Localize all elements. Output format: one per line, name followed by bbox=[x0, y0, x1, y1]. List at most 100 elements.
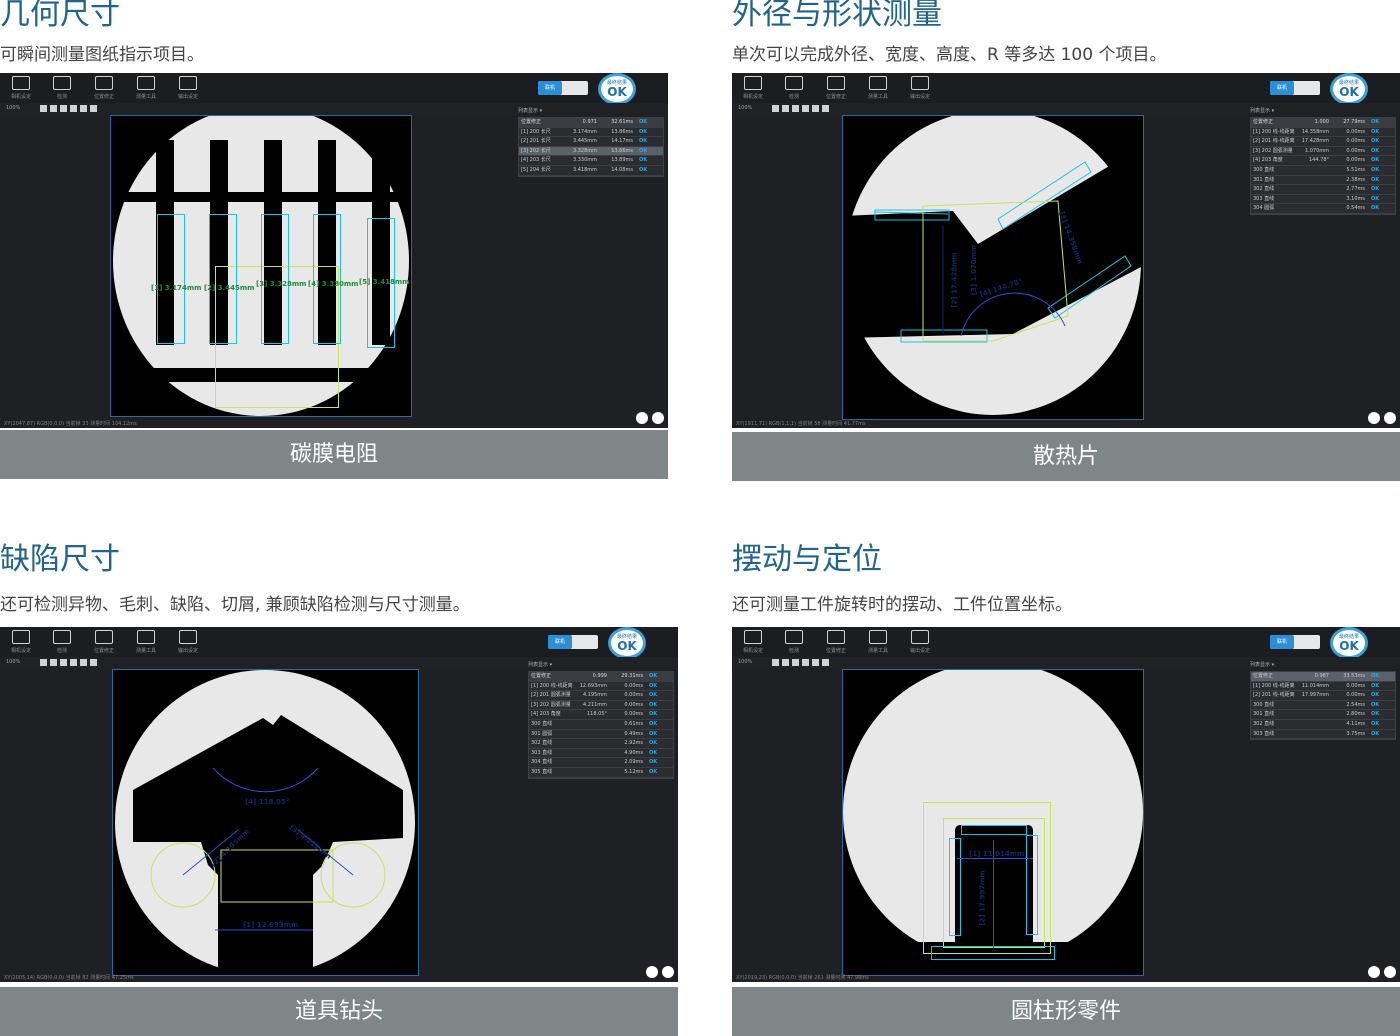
image-mode-icon[interactable] bbox=[812, 659, 819, 666]
table-row[interactable]: 302 直线 2.92ms OK bbox=[529, 739, 673, 749]
save-icon[interactable] bbox=[802, 105, 809, 112]
table-row[interactable]: 302 直线 2.77ms OK bbox=[1251, 185, 1395, 195]
measure-tool-button[interactable]: 测量工具 bbox=[861, 630, 895, 654]
position-correct-button[interactable]: 位置修正 bbox=[819, 630, 853, 654]
list-view-dropdown[interactable]: 列表显示 ▾ bbox=[518, 107, 664, 117]
table-row[interactable]: 304 圆弧 0.54ms OK bbox=[1251, 204, 1395, 214]
table-row[interactable]: [2] 201 线-线距离 17.428mm 0.00ms OK bbox=[1251, 137, 1395, 147]
list-view-dropdown[interactable]: 列表显示 ▾ bbox=[1250, 661, 1396, 671]
measure-tool-button[interactable]: 测量工具 bbox=[129, 630, 163, 654]
frame-icon[interactable] bbox=[822, 659, 829, 666]
output-settings-button[interactable]: 输出设定 bbox=[903, 630, 937, 654]
pause-button[interactable] bbox=[636, 412, 648, 424]
snapshot-icon[interactable] bbox=[792, 105, 799, 112]
ruler-icon bbox=[137, 76, 155, 90]
table-row[interactable]: 303 直线 4.90ms OK bbox=[529, 749, 673, 759]
position-correct-button[interactable]: 位置修正 bbox=[87, 630, 121, 654]
camera-settings-button[interactable]: 相机设定 bbox=[4, 630, 38, 654]
image-mode-icon[interactable] bbox=[80, 105, 87, 112]
inspect-button[interactable]: 检测 bbox=[45, 76, 79, 100]
image-mode-icon[interactable] bbox=[812, 105, 819, 112]
position-correct-button[interactable]: 位置修正 bbox=[819, 76, 853, 100]
table-row[interactable]: 301 直线 2.38ms OK bbox=[1251, 176, 1395, 186]
image-icon bbox=[785, 76, 803, 90]
camera-settings-button[interactable]: 相机设定 bbox=[736, 76, 770, 100]
table-row[interactable]: [2] 201 线-线距离 17.997mm 0.00ms OK bbox=[1251, 691, 1395, 701]
position-correct-button[interactable]: 位置修正 bbox=[87, 76, 121, 100]
output-settings-button[interactable]: 输出设定 bbox=[171, 630, 205, 654]
list-view-dropdown[interactable]: 列表显示 ▾ bbox=[1250, 107, 1396, 117]
online-toggle[interactable]: 联机 bbox=[538, 81, 588, 95]
table-row[interactable]: [5] 204 长尺 3.418mm 14.08ms OK bbox=[519, 166, 663, 176]
table-row[interactable]: [4] 203 长尺 3.330mm 13.89ms OK bbox=[519, 156, 663, 166]
fit-icon[interactable] bbox=[50, 105, 57, 112]
table-row[interactable]: [3] 202 圆弧测量 1.070mm 0.00ms OK bbox=[1251, 147, 1395, 157]
camera-viewport[interactable]: [2] 17.428mm [1] 14.358mm [3] 1.070mm [4… bbox=[842, 115, 1144, 420]
table-row[interactable]: [1] 200 线-线距离 11.014mm 0.00ms OK bbox=[1251, 682, 1395, 692]
zoom-in-icon[interactable] bbox=[772, 105, 779, 112]
output-settings-button[interactable]: 输出设定 bbox=[903, 76, 937, 100]
camera-viewport[interactable]: [4] 118.05° [2] 4.195mm [3] 4.211mm [1] … bbox=[112, 669, 419, 976]
table-row[interactable]: 位置修正 0.971 32.61ms OK bbox=[519, 118, 663, 128]
frame-icon[interactable] bbox=[90, 659, 97, 666]
inspect-button[interactable]: 检测 bbox=[777, 630, 811, 654]
online-toggle[interactable]: 联机 bbox=[1270, 635, 1320, 649]
table-row[interactable]: 304 直线 2.09ms OK bbox=[529, 758, 673, 768]
play-button[interactable] bbox=[1384, 966, 1396, 978]
camera-viewport[interactable]: [1] 3.174mm [2] 3.445mm [3] 3.328mm [4] … bbox=[110, 115, 412, 417]
fit-icon[interactable] bbox=[782, 105, 789, 112]
snapshot-icon[interactable] bbox=[60, 105, 67, 112]
zoom-in-icon[interactable] bbox=[772, 659, 779, 666]
play-button[interactable] bbox=[652, 412, 664, 424]
save-icon[interactable] bbox=[70, 105, 77, 112]
table-row[interactable]: [1] 200 线-线距离 12.693mm 0.00ms OK bbox=[529, 682, 673, 692]
online-toggle[interactable]: 联机 bbox=[548, 635, 598, 649]
frame-icon[interactable] bbox=[822, 105, 829, 112]
camera-viewport[interactable]: [1] 11.014mm [2] 17.997mm bbox=[842, 669, 1144, 976]
table-row[interactable]: [1] 200 线-线距离 14.358mm 0.00ms OK bbox=[1251, 128, 1395, 138]
table-row[interactable]: [1] 200 长尺 3.174mm 13.86ms OK bbox=[519, 128, 663, 138]
table-row[interactable]: 301 圆弧 0.49ms OK bbox=[529, 730, 673, 740]
table-row[interactable]: 300 直线 5.51ms OK bbox=[1251, 166, 1395, 176]
fit-icon[interactable] bbox=[782, 659, 789, 666]
table-row[interactable]: [2] 201 长尺 3.445mm 14.17ms OK bbox=[519, 137, 663, 147]
table-row[interactable]: 305 直线 5.12ms OK bbox=[529, 768, 673, 778]
save-icon[interactable] bbox=[802, 659, 809, 666]
table-row[interactable]: 位置修正 0.999 29.31ms OK bbox=[529, 672, 673, 682]
fit-icon[interactable] bbox=[50, 659, 57, 666]
table-row[interactable]: [4] 203 角度 118.05° 0.00ms OK bbox=[529, 710, 673, 720]
inspect-button[interactable]: 检测 bbox=[777, 76, 811, 100]
snapshot-icon[interactable] bbox=[60, 659, 67, 666]
play-button[interactable] bbox=[1384, 412, 1396, 424]
table-row[interactable]: 301 直线 2.80ms OK bbox=[1251, 710, 1395, 720]
table-row[interactable]: [2] 201 圆弧测量 4.195mm 0.00ms OK bbox=[529, 691, 673, 701]
table-row[interactable]: 303 直线 3.75ms OK bbox=[1251, 730, 1395, 740]
image-mode-icon[interactable] bbox=[80, 659, 87, 666]
table-row[interactable]: 302 直线 4.11ms OK bbox=[1251, 720, 1395, 730]
save-icon[interactable] bbox=[70, 659, 77, 666]
online-toggle[interactable]: 联机 bbox=[1270, 81, 1320, 95]
pause-button[interactable] bbox=[1368, 412, 1380, 424]
table-row[interactable]: [3] 202 长尺 3.328mm 13.66ms OK bbox=[519, 146, 663, 157]
zoom-in-icon[interactable] bbox=[40, 659, 47, 666]
camera-settings-button[interactable]: 相机设定 bbox=[4, 76, 38, 100]
inspect-button[interactable]: 检测 bbox=[45, 630, 79, 654]
play-button[interactable] bbox=[662, 966, 674, 978]
pause-button[interactable] bbox=[1368, 966, 1380, 978]
table-row[interactable]: 位置修正 0.987 33.53ms OK bbox=[1251, 672, 1395, 682]
snapshot-icon[interactable] bbox=[792, 659, 799, 666]
table-row[interactable]: [4] 203 角度 144.78° 0.00ms OK bbox=[1251, 156, 1395, 166]
table-row[interactable]: 位置修正 1.000 27.79ms OK bbox=[1251, 118, 1395, 128]
pause-button[interactable] bbox=[646, 966, 658, 978]
zoom-in-icon[interactable] bbox=[40, 105, 47, 112]
camera-settings-button[interactable]: 相机设定 bbox=[736, 630, 770, 654]
frame-icon[interactable] bbox=[90, 105, 97, 112]
table-row[interactable]: 303 直线 3.10ms OK bbox=[1251, 195, 1395, 205]
output-settings-button[interactable]: 输出设定 bbox=[171, 76, 205, 100]
measure-tool-button[interactable]: 测量工具 bbox=[861, 76, 895, 100]
list-view-dropdown[interactable]: 列表显示 ▾ bbox=[528, 661, 674, 671]
table-row[interactable]: [3] 202 圆弧测量 4.211mm 0.00ms OK bbox=[529, 701, 673, 711]
table-row[interactable]: 300 直线 2.54ms OK bbox=[1251, 701, 1395, 711]
table-row[interactable]: 300 直线 0.61ms OK bbox=[529, 720, 673, 730]
measure-tool-button[interactable]: 测量工具 bbox=[129, 76, 163, 100]
